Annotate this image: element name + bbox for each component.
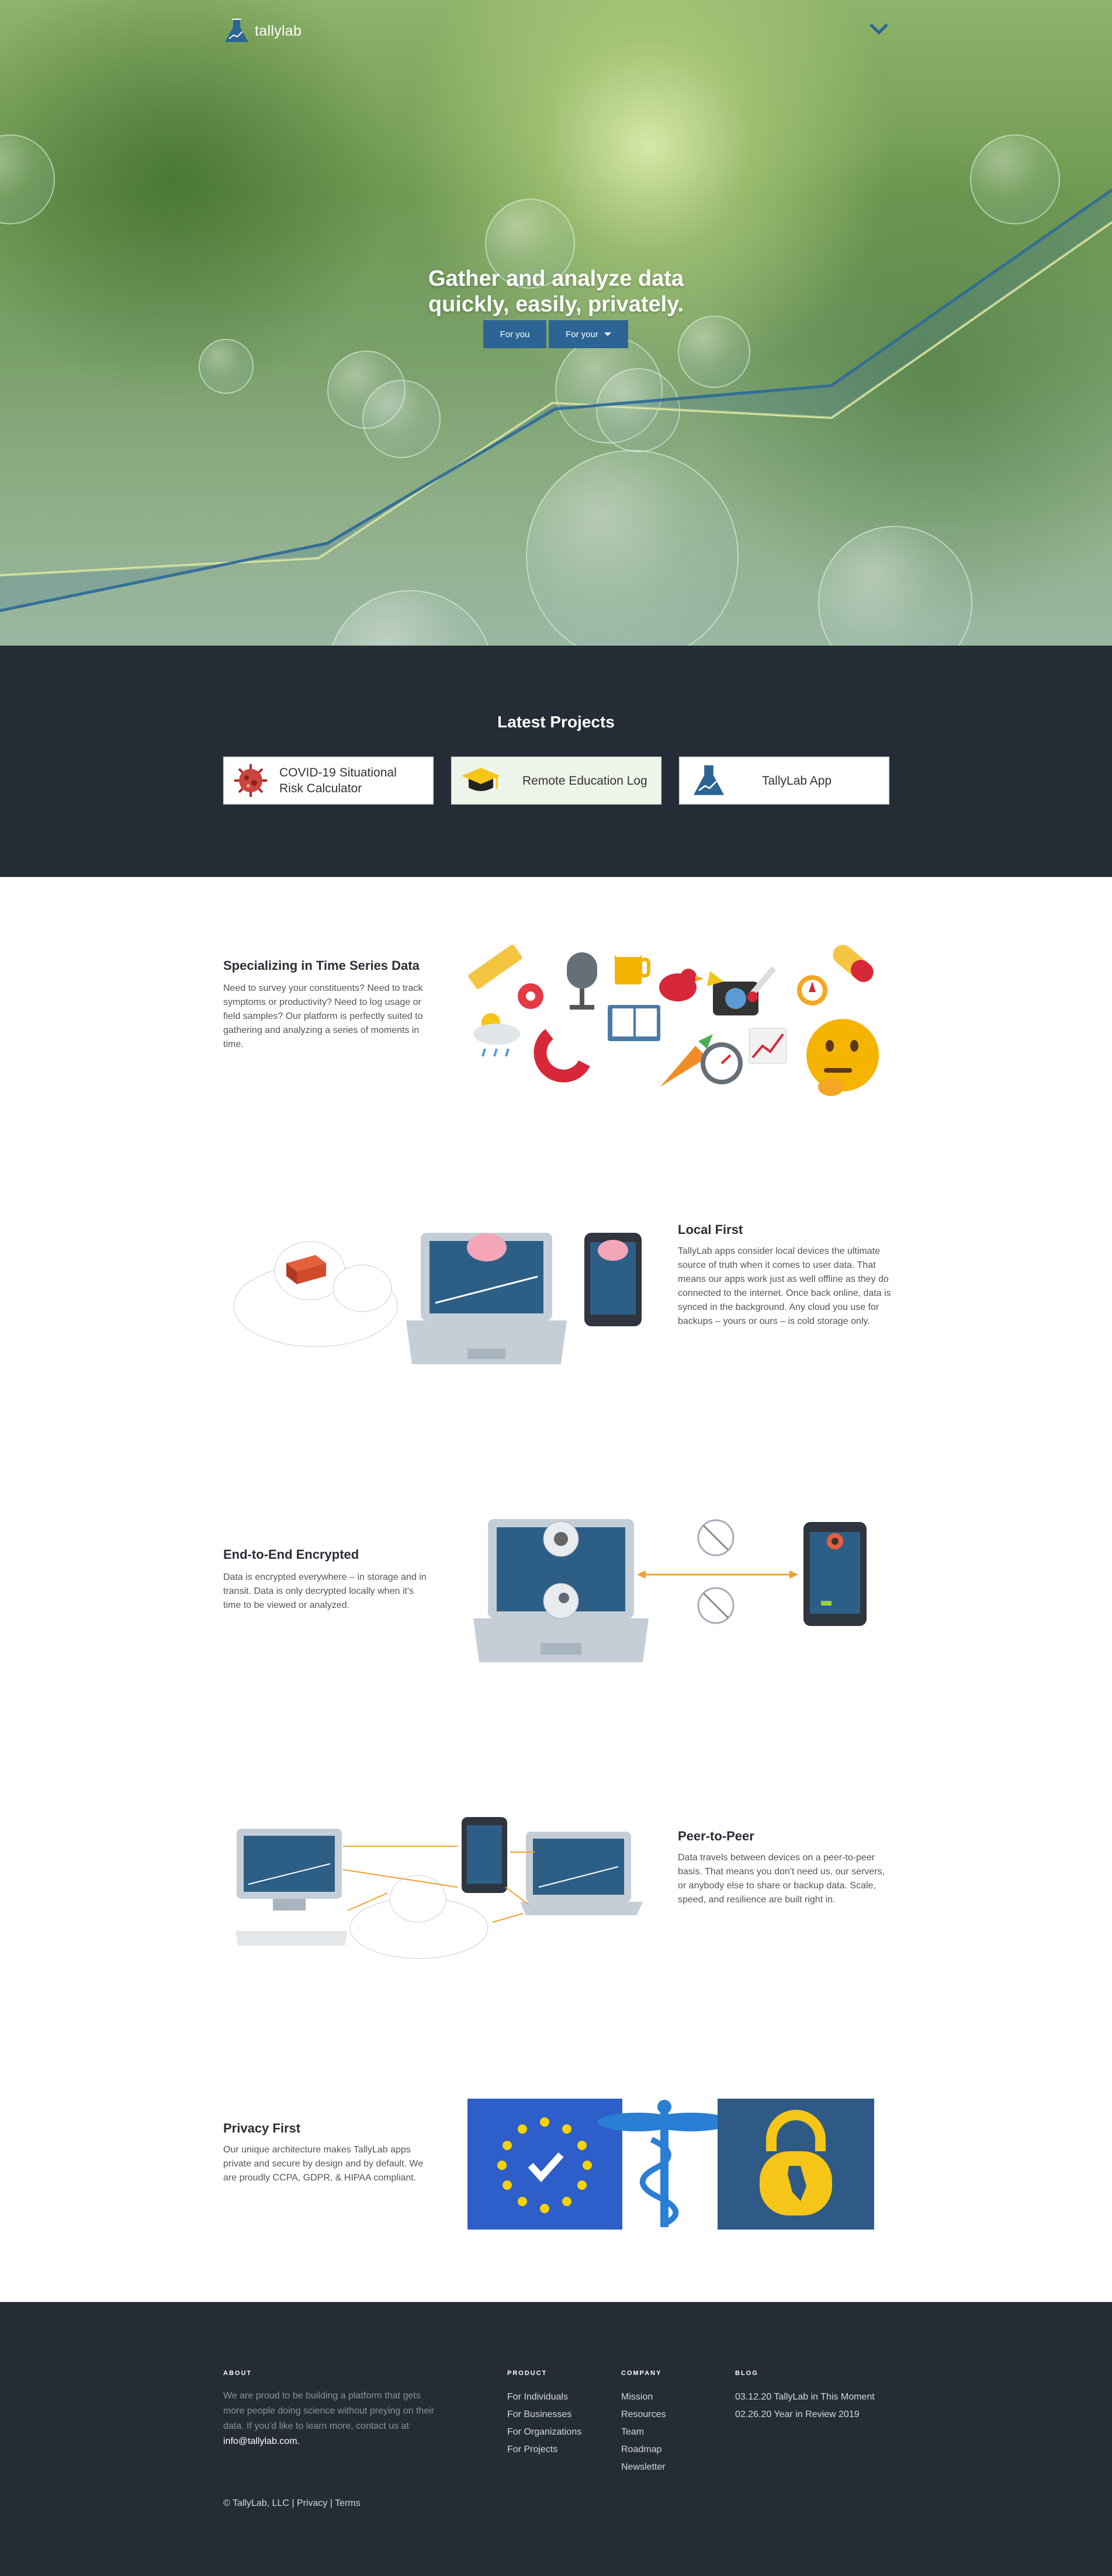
key-icon	[543, 1583, 579, 1619]
feature-title: Local First	[678, 1222, 743, 1237]
feature-body: Need to survey your constituents? Need t…	[223, 983, 423, 1049]
footer-link-for-organizations[interactable]: For Organizations	[507, 2424, 581, 2441]
chevron-down-icon	[869, 23, 888, 35]
feature-title: End-to-End Encrypted	[223, 1547, 359, 1562]
footer-company-heading: COMPANY	[621, 2370, 662, 2377]
brand-name: tallylab	[255, 22, 302, 39]
phone-icon	[803, 1522, 867, 1626]
flask-icon	[225, 19, 248, 42]
footer-about-text: We are proud to be building a platform t…	[223, 2388, 439, 2449]
contact-email-link[interactable]: info@tallylab.com.	[223, 2434, 439, 2449]
virus-icon	[230, 760, 271, 801]
graduation-cap-icon	[460, 760, 501, 801]
separator: |	[330, 2498, 333, 2508]
copyright-text: © TallyLab, LLC |	[223, 2498, 295, 2508]
about-text: We are proud to be building a platform t…	[223, 2391, 435, 2431]
laptop-icon	[520, 1832, 643, 1915]
footer-link-for-individuals[interactable]: For Individuals	[507, 2388, 581, 2406]
candy-icon	[518, 983, 543, 1009]
terms-link[interactable]: Terms	[335, 2498, 361, 2508]
magnet-icon	[534, 1029, 590, 1083]
footer-link-team[interactable]: Team	[621, 2424, 666, 2441]
eye-lock-icon	[543, 1521, 579, 1557]
project-label-line-2: Risk Calculator	[279, 782, 362, 795]
peer-to-peer-illustration	[235, 1817, 643, 1959]
project-label-line-1: COVID-19 Situational	[279, 766, 397, 779]
beer-mug-icon	[615, 949, 650, 984]
hero-title-line-1: Gather and analyze data	[428, 266, 684, 291]
hero-title: Gather and analyze data quickly, easily,…	[0, 266, 1112, 317]
book-icon	[608, 1005, 660, 1041]
footer-link-resources[interactable]: Resources	[621, 2406, 666, 2424]
footer-company-links: Mission Resources Team Roadmap Newslette…	[621, 2388, 666, 2476]
latest-projects-section: Latest Projects COVID-19 Situational Ris…	[0, 646, 1112, 877]
laptop-icon	[235, 1829, 348, 1946]
site-footer: ABOUT We are proud to be building a plat…	[0, 2302, 1112, 2576]
footer-link-for-projects[interactable]: For Projects	[507, 2441, 581, 2459]
chart-increasing-icon	[749, 1028, 787, 1064]
footer-blog-post-link[interactable]: 03.12.20 TallyLab in This Moment	[735, 2388, 875, 2406]
footer-about-heading: ABOUT	[223, 2370, 252, 2377]
compliance-badges	[467, 2099, 874, 2230]
footer-product-heading: PRODUCT	[507, 2370, 548, 2377]
for-your-label: For your	[566, 329, 598, 339]
microphone-icon	[567, 952, 597, 1010]
hero-section: tallylab Gather and analyze data quickly…	[0, 0, 1112, 646]
phone-icon	[462, 1817, 507, 1893]
footer-link-mission[interactable]: Mission	[621, 2388, 666, 2406]
bird-icon	[659, 969, 704, 1001]
weather-icon	[473, 1013, 520, 1057]
feature-body: TallyLab apps consider local devices the…	[678, 1246, 891, 1326]
flask-icon	[688, 760, 729, 801]
pill-icon	[833, 945, 874, 982]
brand-logo[interactable]: tallylab	[223, 18, 302, 44]
compass-icon	[797, 975, 827, 1006]
thinking-face-icon	[806, 1019, 879, 1096]
time-series-emoji-cluster	[468, 944, 879, 1096]
hero-buttons: For you For your	[483, 320, 628, 348]
copyright-line: © TallyLab, LLC | Privacy | Terms	[223, 2498, 361, 2509]
ruler-icon	[468, 944, 522, 989]
footer-link-for-businesses[interactable]: For Businesses	[507, 2406, 581, 2424]
project-label: Remote Education Log	[522, 774, 647, 788]
footer-product-links: For Individuals For Businesses For Organ…	[507, 2388, 581, 2459]
hero-title-line-2: quickly, easily, privately.	[428, 292, 684, 317]
brain-icon	[467, 1233, 507, 1261]
double-arrow-icon	[637, 1570, 798, 1579]
footer-link-roadmap[interactable]: Roadmap	[621, 2441, 666, 2459]
gdpr-badge-icon	[467, 2099, 622, 2230]
feature-title: Privacy First	[223, 2121, 301, 2135]
feature-title: Specializing in Time Series Data	[223, 958, 420, 973]
footer-blog-links: 03.12.20 TallyLab in This Moment 02.26.2…	[735, 2388, 875, 2424]
project-card-covid[interactable]: COVID-19 Situational Risk Calculator	[223, 757, 434, 805]
footer-blog-post-link[interactable]: 02.26.20 Year in Review 2019	[735, 2406, 875, 2424]
for-your-dropdown[interactable]: For your	[549, 320, 628, 348]
footer-link-newsletter[interactable]: Newsletter	[621, 2459, 666, 2476]
project-card-remote-education[interactable]: Remote Education Log	[451, 757, 661, 805]
footer-blog-heading: BLOG	[735, 2370, 758, 2377]
project-label: TallyLab App	[762, 774, 832, 788]
feature-body: Our unique architecture makes TallyLab a…	[223, 2145, 424, 2183]
no-key-icon	[697, 1587, 735, 1624]
menu-chevron-button[interactable]	[867, 18, 891, 41]
phone-icon	[584, 1233, 642, 1326]
encryption-illustration	[473, 1519, 867, 1662]
privacy-link[interactable]: Privacy	[297, 2498, 327, 2508]
project-card-tallylab-app[interactable]: TallyLab App	[679, 757, 889, 805]
for-you-button[interactable]: For you	[483, 320, 546, 348]
feature-title: Peer-to-Peer	[678, 1829, 754, 1843]
ccpa-lock-icon	[718, 2099, 874, 2230]
no-eye-icon	[697, 1519, 735, 1556]
feature-body: Data is encrypted everywhere – in storag…	[223, 1572, 427, 1610]
caret-down-icon	[604, 332, 611, 336]
feature-body: Data travels between devices on a peer-t…	[678, 1853, 885, 1905]
local-first-illustration	[233, 1233, 642, 1364]
stopwatch-icon	[701, 1042, 743, 1084]
projects-heading: Latest Projects	[497, 713, 615, 731]
